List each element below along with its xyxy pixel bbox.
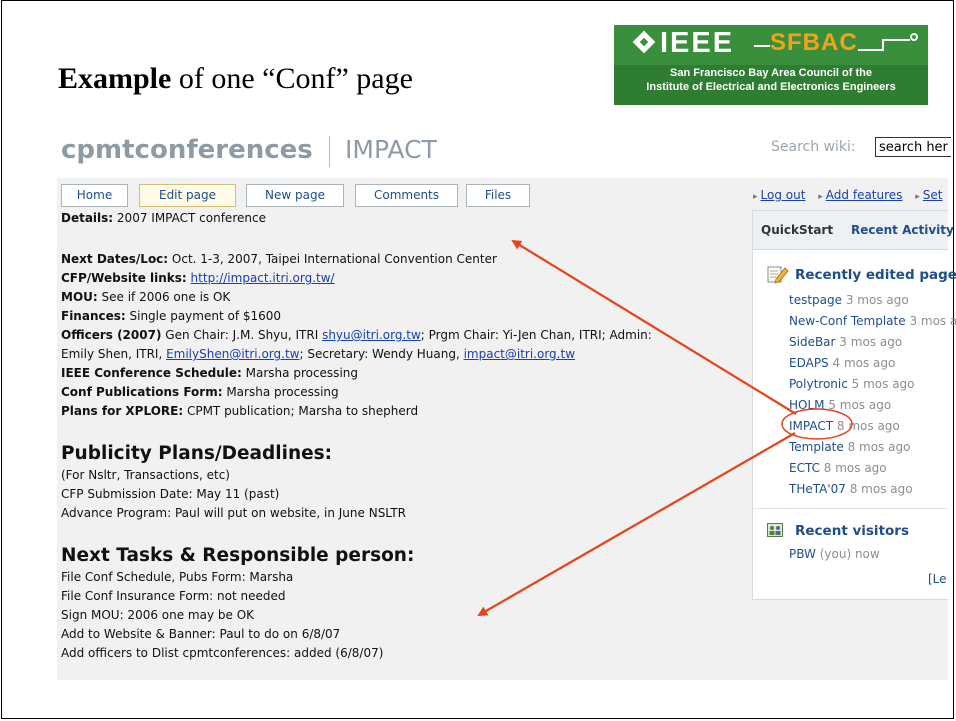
publicity-line: (For Nsltr, Transactions, etc) (61, 468, 230, 482)
tab-comments[interactable]: Comments (355, 184, 458, 207)
logo-sfbac-text: SFBAC (770, 29, 858, 56)
finances-line: Finances: Single payment of $1600 (61, 309, 282, 323)
publicity-heading: Publicity Plans/Deadlines: (61, 443, 333, 464)
sidebar-divider (753, 508, 948, 509)
task-line: File Conf Insurance Form: not needed (61, 589, 286, 603)
email-link-emilyshen[interactable]: EmilyShen@itri.org.tw (166, 347, 299, 361)
logo-ieee-text: IEEE (660, 27, 735, 59)
search-input[interactable] (875, 137, 951, 157)
arrow-right-icon: ▸ (915, 192, 920, 202)
search-label: Search wiki: (771, 139, 856, 155)
wiki-page-title: IMPACT (345, 135, 437, 164)
recent-page-item[interactable]: HOLM 5 mos ago (789, 398, 891, 412)
settings-link[interactable]: Set (923, 188, 943, 202)
tab-edit-page[interactable]: Edit page (139, 184, 236, 207)
arrow-right-icon: ▸ (818, 192, 823, 202)
tab-home[interactable]: Home (61, 184, 128, 207)
sidebar-tab-quickstart[interactable]: QuickStart (761, 223, 833, 237)
task-line: File Conf Schedule, Pubs Form: Marsha (61, 570, 294, 584)
sidebar-panel: QuickStart Recent Activity Recently edit… (752, 210, 956, 600)
xplore-plans-line: Plans for XPLORE: CPMT publication; Mars… (61, 404, 419, 418)
mou-line: MOU: See if 2006 one is OK (61, 290, 231, 304)
logout-link[interactable]: Log out (761, 188, 806, 202)
sidebar-tab-recent-activity[interactable]: Recent Activity (851, 223, 954, 237)
task-line: Sign MOU: 2006 one may be OK (61, 608, 255, 622)
recent-page-item[interactable]: Template 8 mos ago (789, 440, 910, 454)
recent-page-item[interactable]: ECTC 8 mos ago (789, 461, 887, 475)
tab-new-page[interactable]: New page (246, 184, 344, 207)
recent-page-item-impact[interactable]: IMPACT 8 mos ago (789, 419, 900, 433)
wiki-name[interactable]: cpmtconferences (61, 135, 313, 165)
recent-page-item[interactable]: EDAPS 4 mos ago (789, 356, 895, 370)
more-visitors-link[interactable]: [Le (928, 572, 947, 586)
conference-schedule-line: IEEE Conference Schedule: Marsha process… (61, 366, 358, 380)
next-dates-line: Next Dates/Loc: Oct. 1-3, 2007, Taipei I… (61, 252, 497, 266)
ieee-sfbac-logo: IEEE SFBAC San Francisco Bay Area Counci… (614, 25, 928, 105)
officers-line-2: Emily Shen, ITRI, EmilyShen@itri.org.tw;… (61, 347, 576, 361)
recently-edited-heading: Recently edited pages (795, 267, 956, 283)
tasks-heading: Next Tasks & Responsible person: (61, 545, 415, 566)
header-divider (329, 136, 330, 167)
task-line: Add to Website & Banner: Paul to do on 6… (61, 627, 341, 641)
recent-page-item[interactable]: testpage 3 mos ago (789, 293, 909, 307)
recent-visitors-heading: Recent visitors (795, 523, 909, 539)
recent-page-item[interactable]: New-Conf Template 3 mos ago (789, 314, 956, 328)
recent-page-item[interactable]: Polytronic 5 mos ago (789, 377, 915, 391)
details-line: Details: 2007 IMPACT conference (61, 211, 266, 225)
account-links: ▸ Log out ▸ Add features ▸ Set (753, 188, 952, 202)
publicity-line: CFP Submission Date: May 11 (past) (61, 487, 280, 501)
edit-page-icon (767, 266, 789, 284)
add-features-link[interactable]: Add features (826, 188, 903, 202)
visitor-item[interactable]: PBW (you) now (789, 547, 880, 561)
publicity-line: Advance Program: Paul will put on websit… (61, 506, 407, 520)
recent-page-item[interactable]: SideBar 3 mos ago (789, 335, 902, 349)
cfp-links-line: CFP/Website links: http://impact.itri.or… (61, 271, 335, 285)
sidebar-tabs: QuickStart Recent Activity (753, 211, 954, 250)
cfp-link[interactable]: http://impact.itri.org.tw/ (191, 271, 335, 285)
task-line: Add officers to Dlist cpmtconferences: a… (61, 646, 384, 660)
recent-page-item[interactable]: THeTA'07 8 mos ago (789, 482, 913, 496)
logo-line-1: San Francisco Bay Area Council of the (670, 67, 872, 79)
slide-title: Example of one “Conf” page (58, 62, 413, 95)
visitors-icon (767, 523, 783, 537)
email-link-shyu[interactable]: shyu@itri.org.tw (322, 328, 421, 342)
arrow-right-icon: ▸ (753, 192, 758, 202)
tab-files[interactable]: Files (466, 184, 530, 207)
publications-form-line: Conf Publications Form: Marsha processin… (61, 385, 339, 399)
officers-line: Officers (2007) Gen Chair: J.M. Shyu, IT… (61, 328, 652, 342)
logo-line-2: Institute of Electrical and Electronics … (646, 81, 896, 93)
email-link-impact[interactable]: impact@itri.org.tw (464, 347, 575, 361)
